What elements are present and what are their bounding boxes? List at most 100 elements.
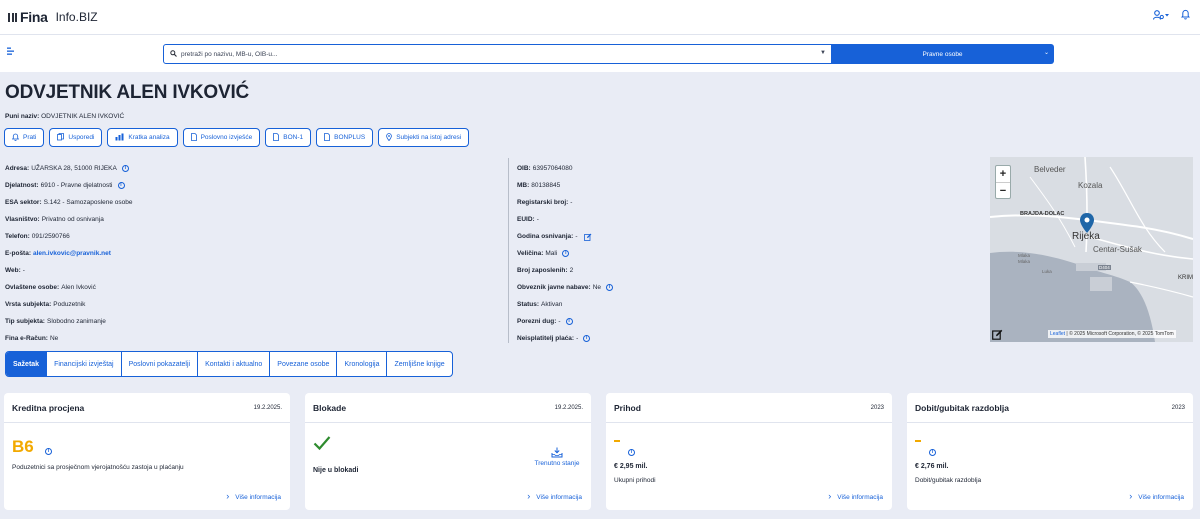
detail-ownership: Vlasništvo: Privatno od osnivanja xyxy=(5,216,104,223)
section-tabs: Sažetak Financijski izvještaj Poslovni p… xyxy=(5,351,453,377)
search-type-select[interactable]: Pravne osobe ⌄ xyxy=(831,44,1054,64)
follow-button[interactable]: Prati xyxy=(4,128,45,147)
detail-entity-kind: Vrsta subjekta: Poduzetnik xyxy=(5,301,86,308)
tab-land-registry[interactable]: Zemljišne knjige xyxy=(386,352,451,376)
card-header: Blokade 19.2.2025. xyxy=(305,393,591,423)
tab-chronology[interactable]: Kronologija xyxy=(336,352,386,376)
card-title: Kreditna procjena xyxy=(12,402,85,413)
map-label: D404 xyxy=(1098,265,1111,270)
details-divider xyxy=(508,158,509,343)
detail-address: Adresa: UŽARSKA 28, 51000 RIJEKA i xyxy=(5,160,133,177)
detail-email: E-pošta: alen.ivkovic@pravnik.net xyxy=(5,250,111,257)
map-label: Luka xyxy=(1042,269,1052,274)
map-label: Belveder xyxy=(1034,165,1066,174)
more-info-link[interactable]: Više informacija xyxy=(527,491,582,501)
search-row: pretraži po nazivu, MB-u, OIB-u... ▼ Pra… xyxy=(0,34,1200,72)
detail-einvoice: Fina e-Račun: Ne xyxy=(5,335,59,342)
info-icon[interactable]: i xyxy=(565,318,573,325)
location-map[interactable]: Belveder Kozala BRAJDA-DOLAC Rijeka Cent… xyxy=(990,157,1193,342)
chevron-down-icon[interactable]: ▼ xyxy=(820,50,826,56)
detail-entity-type: Tip subjekta: Slobodno zanimanje xyxy=(5,318,106,325)
fina-logo[interactable]: Fina Info.BIZ xyxy=(8,9,98,25)
more-info-link[interactable]: Više informacija xyxy=(1129,491,1184,501)
edit-map-icon[interactable] xyxy=(992,329,1003,342)
card-title: Blokade xyxy=(313,402,347,413)
same-address-label: Subjekti na istoj adresi xyxy=(396,134,462,141)
same-address-button[interactable]: Subjekti na istoj adresi xyxy=(378,128,470,147)
map-label: Mlaka xyxy=(1018,253,1031,258)
full-name-row: Puni naziv: ODVJETNIK ALEN IVKOVIĆ xyxy=(5,113,124,120)
detail-public-procurement: Obveznik javne nabave: Ne i xyxy=(517,279,614,296)
checkmark-icon xyxy=(313,435,331,453)
top-bar: Fina Info.BIZ xyxy=(0,0,1200,34)
map-label: Rijeka xyxy=(1072,231,1100,242)
document-icon xyxy=(190,132,197,143)
follow-label: Prati xyxy=(23,134,37,141)
page-title: ODVJETNIK ALEN IVKOVIĆ xyxy=(5,82,250,103)
zoom-in-button[interactable]: + xyxy=(996,166,1010,182)
current-state-label: Trenutno stanje xyxy=(534,460,580,467)
profit-card: Dobit/gubitak razdoblja 2023 i € 2,76 mi… xyxy=(907,393,1193,510)
blockade-card: Blokade 19.2.2025. Nije u blokadi Trenut… xyxy=(305,393,591,510)
map-label: BRAJDA-DOLAC xyxy=(1020,211,1065,217)
card-title: Dobit/gubitak razdoblja xyxy=(915,402,1009,413)
email-link[interactable]: alen.ivkovic@pravnik.net xyxy=(33,250,111,257)
edit-icon[interactable] xyxy=(583,233,592,241)
detail-tax-debt: Porezni dug: - i xyxy=(517,313,613,330)
menu-toggle-icon[interactable] xyxy=(7,47,16,58)
full-name-value: ODVJETNIK ALEN IVKOVIĆ xyxy=(41,113,125,120)
document-icon xyxy=(273,132,280,143)
detail-activity: Djelatnost: 6910 - Pravne djelatnosti i xyxy=(5,177,133,194)
tab-business-indicators[interactable]: Poslovni pokazatelji xyxy=(120,352,197,376)
business-report-label: Poslovno izvješće xyxy=(200,134,253,141)
tab-summary[interactable]: Sažetak xyxy=(6,352,47,376)
logo-word: Fina xyxy=(20,9,48,25)
current-state-button[interactable]: Trenutno stanje xyxy=(527,447,587,467)
attribution-text: | © 2025 Microsoft Corporation, © 2025 T… xyxy=(1066,331,1174,337)
info-icon[interactable]: i xyxy=(929,449,936,456)
zoom-out-button[interactable]: − xyxy=(996,182,1010,198)
full-name-label: Puni naziv: xyxy=(5,113,40,120)
detail-size: Veličina: Mali i xyxy=(517,245,613,262)
search-placeholder: pretraži po nazivu, MB-u, OIB-u... xyxy=(181,50,278,58)
map-attribution: Leaflet | © 2025 Microsoft Corporation, … xyxy=(1048,330,1176,338)
notification-bell-icon[interactable] xyxy=(1180,9,1191,22)
detail-mb: MB: 80138845 xyxy=(517,182,561,189)
tab-contacts[interactable]: Kontakti i aktualno xyxy=(197,352,269,376)
info-icon[interactable]: i xyxy=(45,448,52,455)
info-icon[interactable]: i xyxy=(117,182,125,189)
tab-financial-statement[interactable]: Financijski izvještaj xyxy=(46,352,121,376)
detail-founding-year: Godina osnivanja: - xyxy=(517,228,613,245)
search-input[interactable]: pretraži po nazivu, MB-u, OIB-u... ▼ xyxy=(163,44,832,64)
bonplus-button[interactable]: BONPLUS xyxy=(316,128,374,147)
card-header: Prihod 2023 xyxy=(606,393,892,423)
copy-icon xyxy=(57,132,65,143)
detail-euid: EUID: - xyxy=(517,216,539,223)
compare-button[interactable]: Usporedi xyxy=(49,128,103,147)
info-icon[interactable]: i xyxy=(121,165,129,172)
location-pin-icon xyxy=(386,132,393,143)
short-analysis-button[interactable]: Kratka analiza xyxy=(107,128,178,147)
leaflet-link[interactable]: Leaflet xyxy=(1050,331,1065,337)
revenue-card: Prihod 2023 i € 2,95 mil. Ukupni prihodi… xyxy=(606,393,892,510)
more-info-link[interactable]: Više informacija xyxy=(226,491,281,501)
more-info-link[interactable]: Više informacija xyxy=(828,491,883,501)
compare-label: Usporedi xyxy=(68,134,95,141)
tab-related-persons[interactable]: Povezane osobe xyxy=(269,352,336,376)
detail-esa-sector: ESA sektor: S.142 - Samozaposlene osobe xyxy=(5,199,133,206)
revenue-amount: € 2,95 mil. xyxy=(614,463,648,470)
info-icon[interactable]: i xyxy=(606,284,614,291)
user-settings-icon[interactable] xyxy=(1152,9,1171,22)
info-icon[interactable]: i xyxy=(628,449,635,456)
info-icon[interactable]: i xyxy=(583,335,591,342)
search-type-label: Pravne osobe xyxy=(922,50,963,58)
logo-bars-icon xyxy=(8,12,17,22)
document-icon xyxy=(324,132,331,143)
business-report-button[interactable]: Poslovno izvješće xyxy=(182,128,261,147)
bon1-button[interactable]: BON-1 xyxy=(265,128,312,147)
detail-registry-number: Registarski broj: - xyxy=(517,199,573,206)
profit-subtitle: Dobit/gubitak razdoblja xyxy=(915,477,982,484)
card-header: Kreditna procjena 19.2.2025. xyxy=(4,393,290,423)
bonplus-label: BONPLUS xyxy=(334,134,366,141)
info-icon[interactable]: i xyxy=(562,250,570,257)
